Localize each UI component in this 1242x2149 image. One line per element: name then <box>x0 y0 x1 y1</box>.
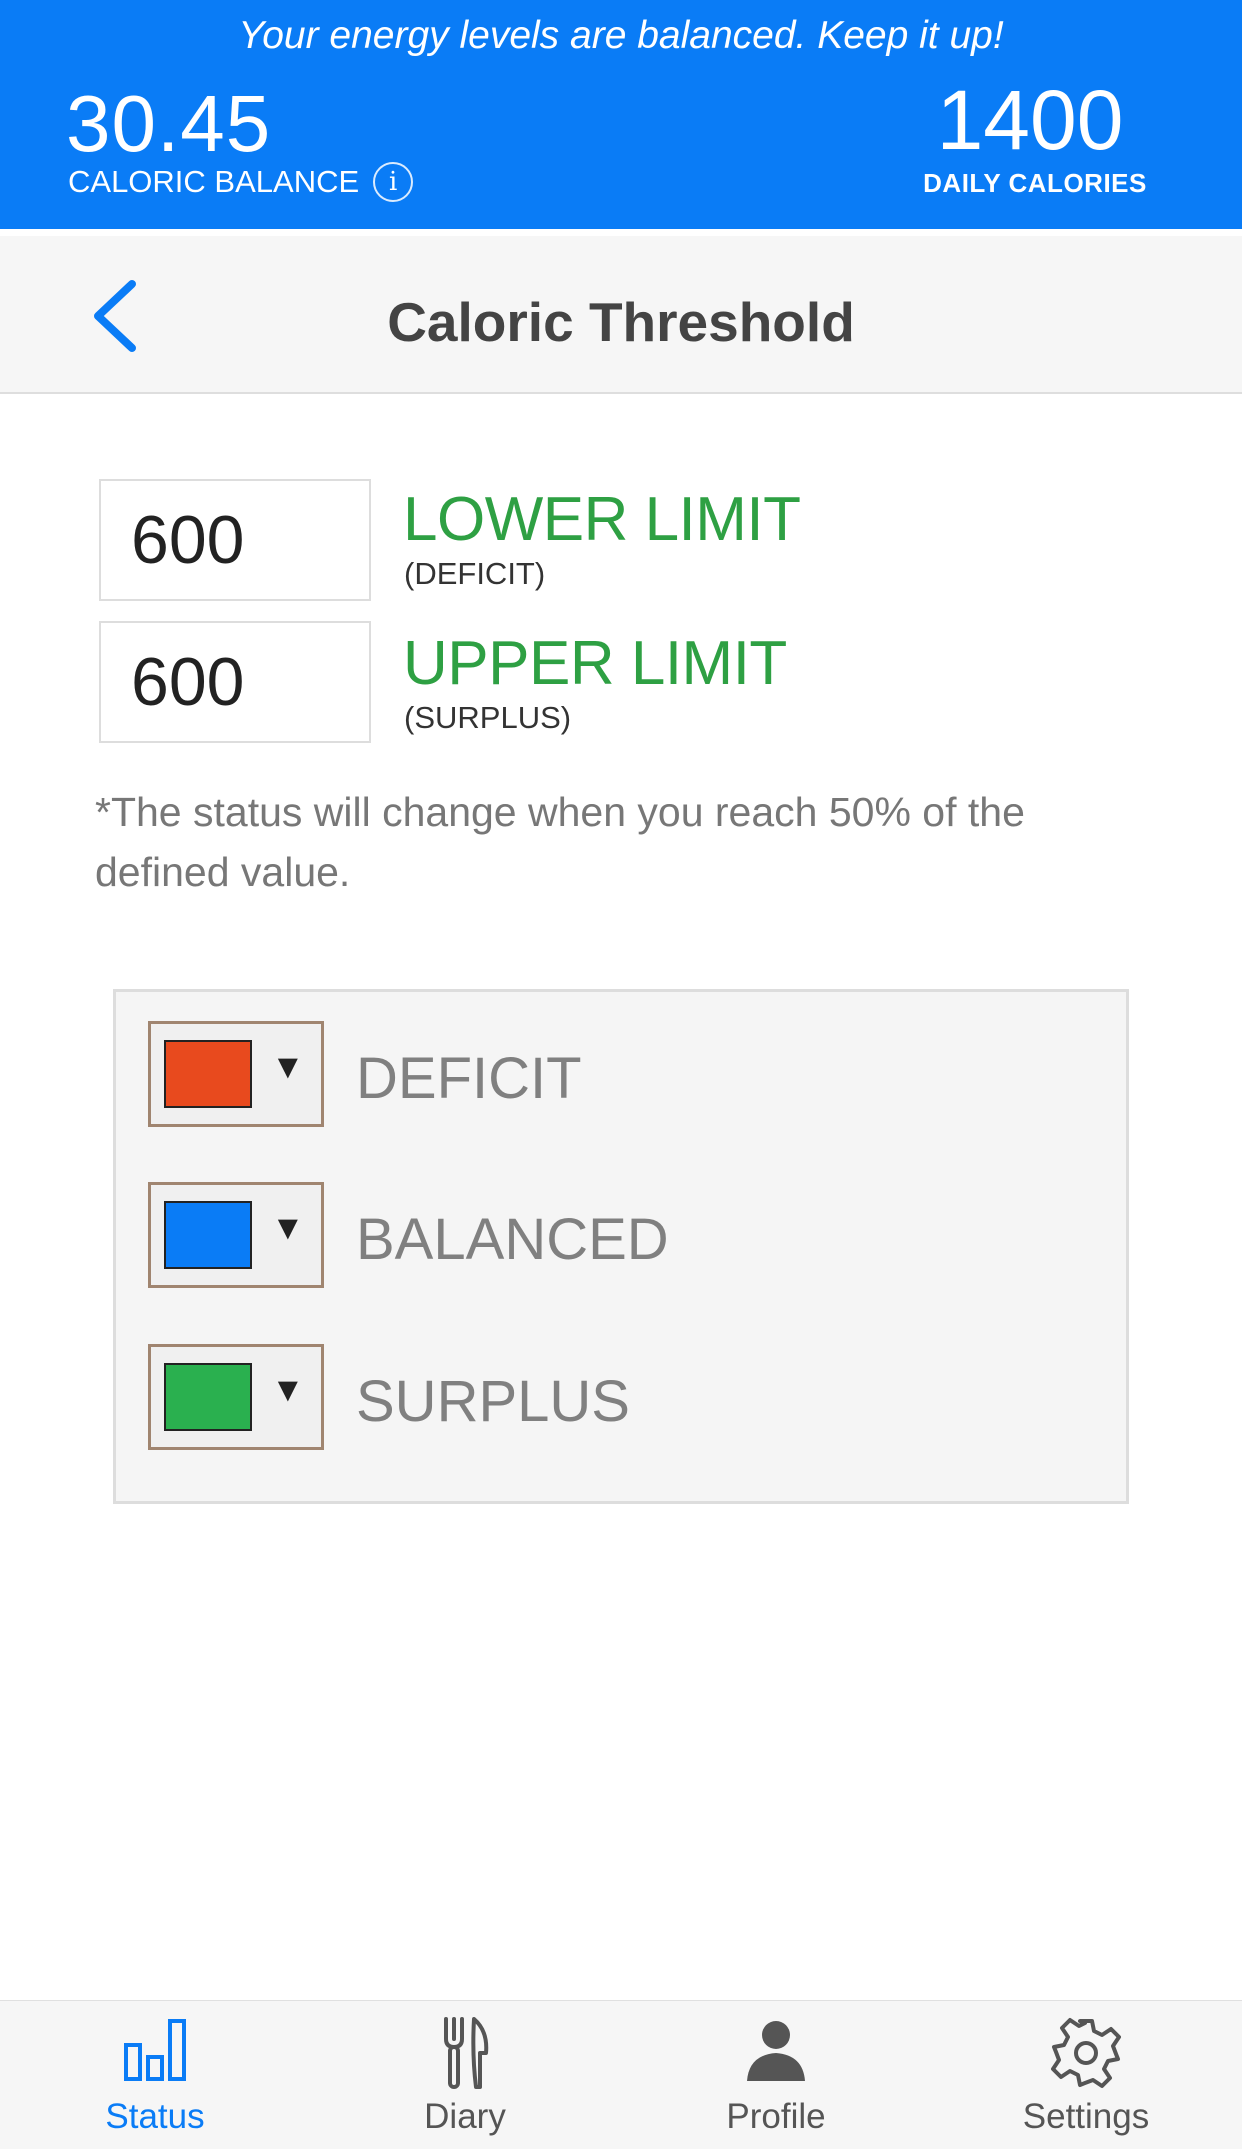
tab-settings[interactable]: Settings <box>931 2001 1241 2149</box>
caloric-balance-label-text: CALORIC BALANCE <box>68 164 360 199</box>
tab-bar: Status Diary Profile Settings <box>0 2000 1242 2149</box>
surplus-color-swatch <box>164 1363 252 1431</box>
tab-profile[interactable]: Profile <box>621 2001 931 2149</box>
balanced-label: BALANCED <box>356 1207 669 1272</box>
status-color-row-balanced: ▼ BALANCED <box>116 1182 1126 1290</box>
threshold-note: *The status will change when you reach 5… <box>95 789 1025 895</box>
dropdown-arrow-icon: ▼ <box>271 1048 305 1086</box>
navigation-bar: Caloric Threshold <box>0 236 1242 394</box>
dropdown-arrow-icon: ▼ <box>271 1209 305 1247</box>
dropdown-arrow-icon: ▼ <box>271 1371 305 1409</box>
upper-limit-input[interactable] <box>99 621 371 743</box>
deficit-color-picker[interactable]: ▼ <box>148 1021 324 1127</box>
deficit-label: DEFICIT <box>356 1046 582 1111</box>
surplus-color-picker[interactable]: ▼ <box>148 1344 324 1450</box>
bar-chart-icon <box>124 2019 186 2081</box>
caloric-balance-label: CALORIC BALANCE i <box>68 162 414 202</box>
status-message: Your energy levels are balanced. Keep it… <box>238 14 1004 57</box>
daily-calories-value: 1400 <box>936 73 1124 167</box>
tab-diary-label: Diary <box>424 2097 506 2136</box>
fork-knife-icon <box>444 2017 489 2089</box>
status-banner: Your energy levels are balanced. Keep it… <box>0 0 1242 229</box>
status-color-row-surplus: ▼ SURPLUS <box>116 1344 1126 1452</box>
info-icon[interactable]: i <box>373 162 414 202</box>
balanced-color-swatch <box>164 1201 252 1269</box>
daily-calories-label: DAILY CALORIES <box>923 168 1147 198</box>
status-color-panel: ▼ DEFICIT ▼ BALANCED ▼ SURPLUS <box>113 989 1129 1504</box>
lower-limit-subtitle: (DEFICIT) <box>404 556 546 591</box>
tab-profile-label: Profile <box>726 2097 826 2136</box>
caloric-balance-value: 30.45 <box>66 79 272 168</box>
person-icon <box>747 2021 805 2081</box>
tab-settings-label: Settings <box>1022 2097 1150 2136</box>
surplus-label: SURPLUS <box>356 1369 630 1434</box>
lower-limit-input[interactable] <box>99 479 371 601</box>
tab-status[interactable]: Status <box>0 2001 310 2149</box>
tab-status-label: Status <box>105 2097 205 2136</box>
deficit-color-swatch <box>164 1040 252 1108</box>
status-color-row-deficit: ▼ DEFICIT <box>116 1021 1126 1129</box>
upper-limit-subtitle: (SURPLUS) <box>404 700 572 735</box>
lower-limit-title: LOWER LIMIT <box>403 485 801 554</box>
tab-diary[interactable]: Diary <box>310 2001 620 2149</box>
gear-icon <box>1051 2018 1121 2088</box>
page-title: Caloric Threshold <box>387 291 855 353</box>
upper-limit-title: UPPER LIMIT <box>403 629 787 698</box>
balanced-color-picker[interactable]: ▼ <box>148 1182 324 1288</box>
